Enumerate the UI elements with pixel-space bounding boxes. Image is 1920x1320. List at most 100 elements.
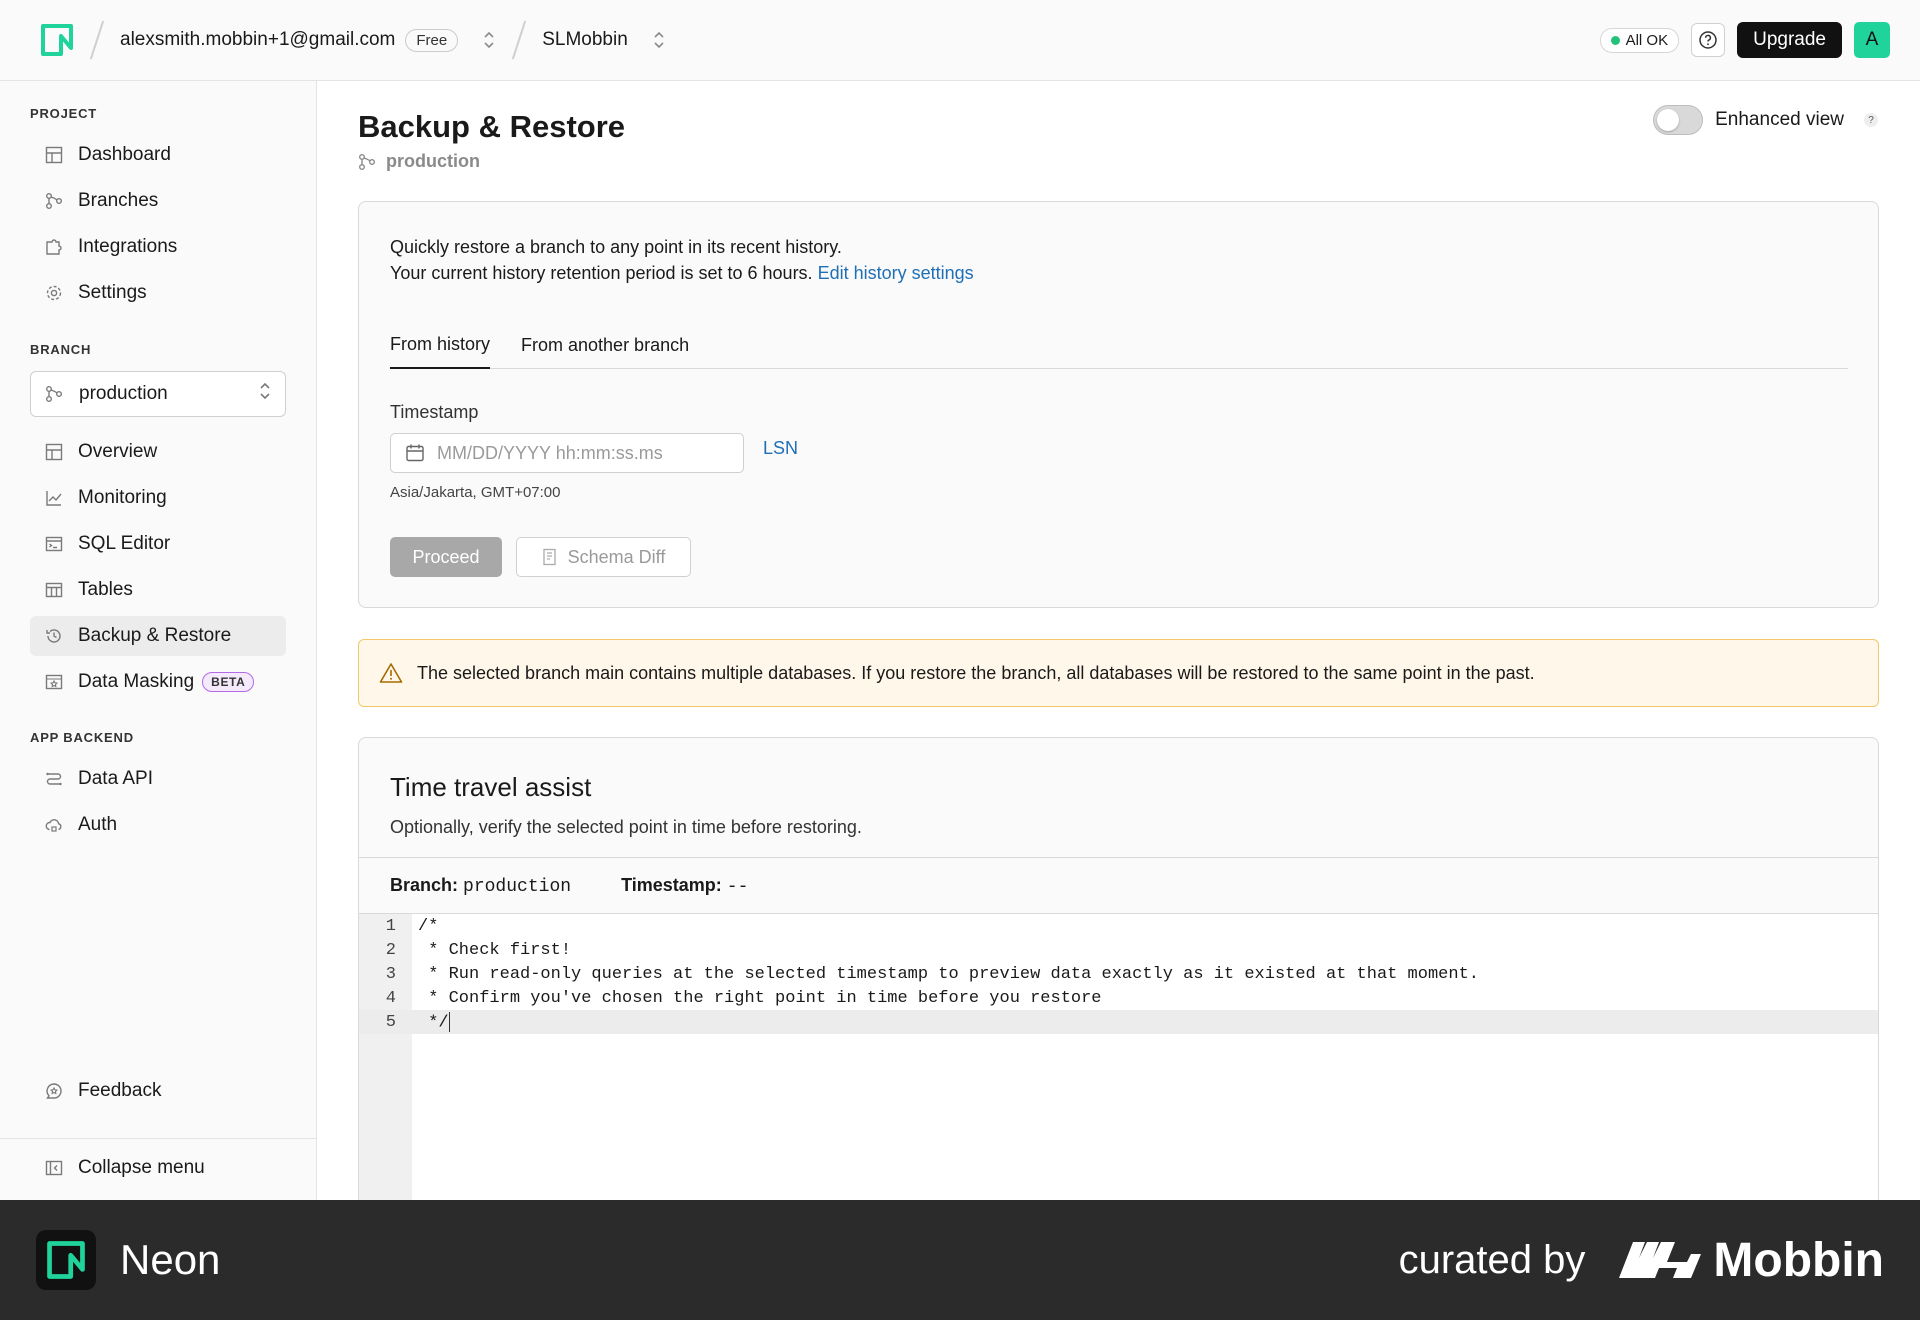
time-travel-title: Time travel assist	[390, 772, 592, 802]
sidebar-item-label: Tables	[78, 579, 133, 600]
curated-by: curated by Mobbin	[1399, 1233, 1884, 1288]
terminal-icon	[44, 534, 64, 554]
sidebar-item-data-api[interactable]: Data API	[30, 759, 286, 799]
sidebar-item-label: Integrations	[78, 236, 178, 257]
page-branch-name: production	[386, 151, 480, 171]
sidebar-item-dashboard[interactable]: Dashboard	[30, 135, 286, 175]
branch-icon	[359, 153, 375, 170]
sql-editor[interactable]: 1 /* 2 * Check first! 3 * Run read-only q…	[359, 914, 1878, 1200]
intro-line-1: Quickly restore a branch to any point in…	[390, 237, 842, 257]
status-text: All OK	[1625, 31, 1669, 49]
sidebar-item-label: Feedback	[78, 1080, 162, 1101]
code-text: /*	[418, 916, 439, 936]
status-badge[interactable]: All OK	[1599, 27, 1680, 53]
time-travel-card: Time travel assist Optionally, verify th…	[358, 737, 1879, 1200]
enhanced-view-label: Enhanced view	[1715, 109, 1844, 130]
table-icon	[44, 580, 64, 600]
account-switcher-icon[interactable]	[482, 28, 496, 52]
mobbin-wordmark: Mobbin	[1713, 1233, 1884, 1287]
tab-from-another-branch[interactable]: From another branch	[521, 322, 689, 369]
neon-logo[interactable]	[40, 23, 74, 57]
lsn-link[interactable]: LSN	[763, 438, 798, 459]
grid-icon	[44, 442, 64, 462]
code-text: * Confirm you've chosen the right point …	[418, 988, 1102, 1008]
tt-branch-label: Branch:	[390, 874, 459, 895]
tt-timestamp-value: --	[726, 876, 749, 897]
proceed-button[interactable]: Proceed	[390, 537, 502, 577]
code-line-current: 5 */	[359, 1010, 1878, 1034]
timestamp-placeholder: MM/DD/YYYY hh:mm:ss.ms	[437, 442, 663, 463]
code-line: 2 * Check first!	[359, 938, 1878, 962]
branch-icon	[45, 384, 65, 404]
info-icon[interactable]: ?	[1864, 113, 1878, 127]
footer-brand: Neon	[120, 1236, 221, 1283]
question-icon	[1699, 31, 1717, 49]
restore-card: Quickly restore a branch to any point in…	[358, 201, 1879, 608]
sidebar-item-label: SQL Editor	[78, 533, 171, 554]
tab-from-history[interactable]: From history	[390, 322, 491, 369]
schema-diff-icon	[542, 548, 556, 566]
branch-select[interactable]: production	[30, 371, 286, 417]
sidebar-item-feedback[interactable]: Feedback	[30, 1071, 286, 1111]
section-label-app-backend: APP BACKEND	[30, 730, 134, 745]
edit-history-settings-link[interactable]: Edit history settings	[818, 263, 974, 283]
sidebar-item-monitoring[interactable]: Monitoring	[30, 478, 286, 518]
code-text: * Run read-only queries at the selected …	[418, 964, 1479, 984]
account-email[interactable]: alexsmith.mobbin+1@gmail.com	[120, 29, 395, 51]
status-dot-icon	[1610, 35, 1620, 45]
collapse-menu-button[interactable]: Collapse menu	[30, 1148, 286, 1188]
sidebar-item-data-masking[interactable]: Data Masking BETA	[30, 662, 286, 702]
sidebar-item-branches[interactable]: Branches	[30, 181, 286, 221]
warning-icon	[379, 663, 403, 683]
sidebar-item-overview[interactable]: Overview	[30, 432, 286, 472]
cloud-lock-icon	[44, 815, 64, 835]
mobbin-logo: Mobbin	[1619, 1233, 1884, 1288]
sidebar-item-label: Data Masking	[78, 671, 195, 692]
sidebar-item-label: Overview	[78, 441, 158, 462]
tt-timestamp-label: Timestamp:	[621, 874, 722, 895]
sidebar-item-sql-editor[interactable]: SQL Editor	[30, 524, 286, 564]
enhanced-view-control: Enhanced view ?	[1653, 105, 1878, 135]
enhanced-view-toggle[interactable]	[1653, 105, 1704, 135]
upgrade-button[interactable]: Upgrade	[1737, 22, 1842, 58]
project-switcher-icon[interactable]	[652, 28, 666, 52]
mobbin-mark-icon	[1619, 1242, 1702, 1278]
grid-icon	[44, 145, 64, 165]
history-icon	[44, 626, 64, 646]
help-button[interactable]	[1691, 23, 1726, 57]
warning-text: The selected branch main contains multip…	[417, 662, 1535, 683]
time-travel-context-bar: Branch: production Timestamp: --	[359, 857, 1878, 914]
code-line: 1 /*	[359, 914, 1878, 938]
code-text-with-cursor: */	[418, 1011, 450, 1033]
calendar-icon	[406, 444, 424, 462]
sidebar-item-integrations[interactable]: Integrations	[30, 227, 286, 267]
curated-by-text: curated by	[1398, 1237, 1586, 1282]
text-cursor	[448, 1011, 450, 1032]
time-travel-subtitle: Optionally, verify the selected point in…	[390, 817, 862, 837]
sidebar-item-backup-restore[interactable]: Backup & Restore	[30, 616, 286, 656]
breadcrumb-separator	[512, 20, 527, 60]
timezone-text: Asia/Jakarta, GMT+07:00	[390, 484, 561, 501]
sidebar-item-tables[interactable]: Tables	[30, 570, 286, 610]
gear-icon	[44, 283, 64, 303]
project-name[interactable]: SLMobbin	[542, 29, 628, 51]
api-icon	[44, 769, 64, 789]
plan-badge: Free	[405, 28, 459, 52]
sidebar-item-auth[interactable]: Auth	[30, 805, 286, 845]
schema-diff-button[interactable]: Schema Diff	[516, 537, 691, 577]
branch-select-value: production	[79, 383, 168, 404]
main-content: Backup & Restore production Enhanced vie…	[318, 81, 1920, 1200]
avatar[interactable]: A	[1854, 22, 1890, 58]
branch-icon	[44, 191, 64, 211]
timestamp-input[interactable]: MM/DD/YYYY hh:mm:ss.ms	[390, 433, 744, 473]
restore-intro: Quickly restore a branch to any point in…	[390, 234, 974, 286]
chart-icon	[44, 488, 64, 508]
line-number: 4	[385, 988, 396, 1008]
line-number: 3	[385, 964, 396, 984]
intro-line-2: Your current history retention period is…	[390, 263, 813, 283]
sidebar: PROJECT Dashboard Branches Integrations …	[0, 81, 317, 1200]
line-number: 5	[385, 1012, 396, 1032]
sidebar-item-label: Settings	[78, 282, 147, 303]
code-text: */	[418, 1013, 449, 1033]
sidebar-item-settings[interactable]: Settings	[30, 273, 286, 313]
